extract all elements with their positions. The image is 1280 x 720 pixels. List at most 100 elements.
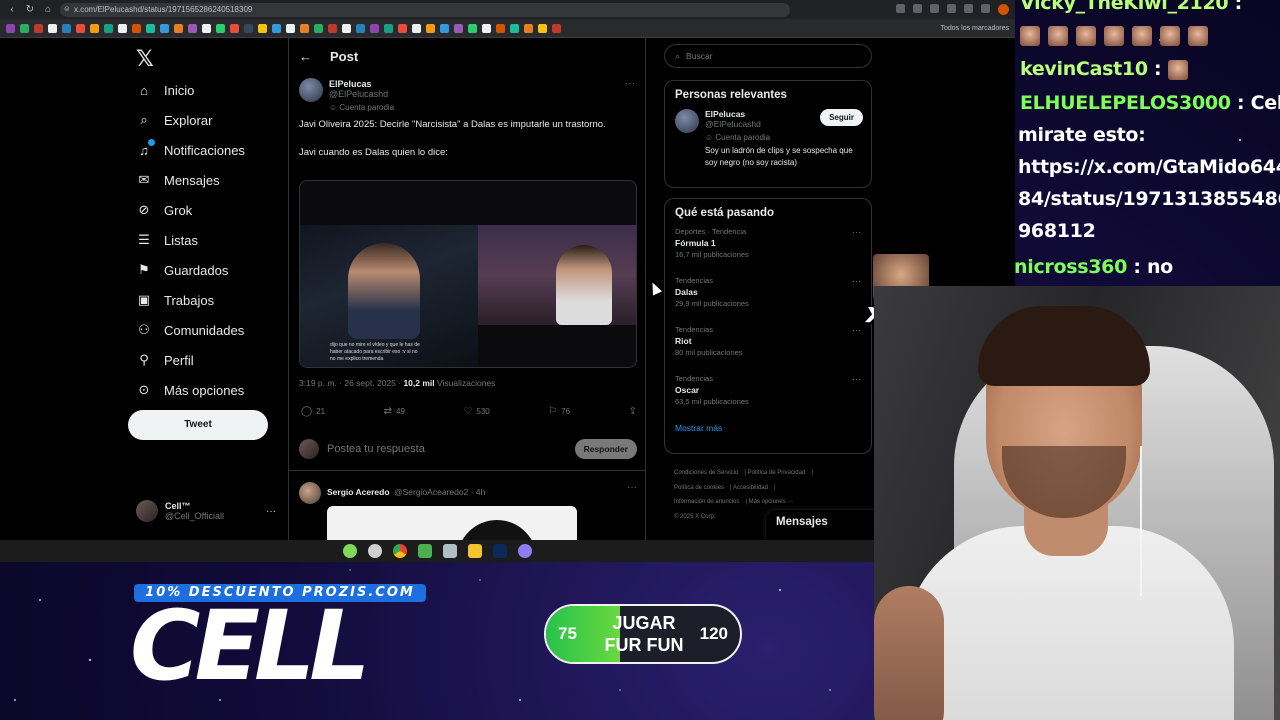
bookmark-icon[interactable] xyxy=(62,23,71,33)
post-video[interactable]: dijo que no mire el vídeo y que le has d… xyxy=(299,180,637,368)
bookmark-icon[interactable] xyxy=(510,23,519,33)
taskbar-app-icon[interactable] xyxy=(342,544,357,558)
trend-item[interactable]: Tendencias Oscar 63,5 mil publicaciones … xyxy=(665,374,871,423)
trend-item[interactable]: Tendencias Riot 80 mil publicaciones ··· xyxy=(665,325,871,374)
bookmark-icon[interactable] xyxy=(20,23,29,33)
footer-link[interactable]: Más opciones ··· xyxy=(749,499,794,505)
bookmark-icon[interactable] xyxy=(454,23,463,33)
more-icon[interactable]: ··· xyxy=(852,276,861,286)
reply-tweet[interactable]: Sergio Aceredo @SergioAcearedo2 · 4h ··· xyxy=(299,482,637,540)
more-icon[interactable]: ··· xyxy=(625,78,635,89)
bookmark-icon[interactable] xyxy=(426,23,435,33)
author-handle[interactable]: @ElPelucashd xyxy=(329,89,394,99)
footer-link[interactable]: Accesibilidad xyxy=(733,485,768,491)
bookmark-icon[interactable] xyxy=(34,23,43,33)
trend-item[interactable]: Tendencias Dalas 29,9 mil publicaciones … xyxy=(665,276,871,325)
download-icon[interactable] xyxy=(964,4,973,13)
bookmark-icon[interactable] xyxy=(496,23,505,33)
bookmark-icon[interactable] xyxy=(300,23,309,33)
taskbar-app-icon[interactable] xyxy=(417,544,432,558)
nav-item-guardados[interactable]: ⚑ Guardados xyxy=(136,259,228,281)
avatar[interactable] xyxy=(675,109,699,133)
more-icon[interactable]: ··· xyxy=(627,482,637,493)
trend-item[interactable]: Deportes · Tendencia Fórmula 1 16,7 mil … xyxy=(665,227,871,276)
bookmark-icon[interactable] xyxy=(6,23,15,33)
reply-submit-button[interactable]: Responder xyxy=(574,439,637,459)
account-switcher[interactable]: Cell™ @Cell_Officiall ··· xyxy=(136,500,276,522)
extension-icon[interactable] xyxy=(947,4,956,13)
chrome-icon[interactable] xyxy=(392,544,407,558)
bookmark-button[interactable]: ⚐ 76 xyxy=(548,406,570,417)
bookmark-icon[interactable] xyxy=(468,23,477,33)
bookmark-icon[interactable] xyxy=(286,23,295,33)
bookmarks-folder[interactable]: Todos los marcadores xyxy=(941,25,1009,32)
bookmark-icon[interactable] xyxy=(356,23,365,33)
author-name[interactable]: ElPelucas xyxy=(329,79,394,89)
bookmark-icon[interactable] xyxy=(216,23,225,33)
more-icon[interactable]: ··· xyxy=(266,506,276,517)
bookmark-icon[interactable] xyxy=(328,23,337,33)
reload-icon[interactable]: ↻ xyxy=(24,4,36,15)
site-info-icon[interactable]: ⊜ xyxy=(64,3,70,17)
bookmark-icon[interactable] xyxy=(412,23,421,33)
cast-icon[interactable] xyxy=(896,4,905,13)
bookmark-icon[interactable] xyxy=(524,23,533,33)
bookmark-icon[interactable] xyxy=(440,23,449,33)
more-icon[interactable]: ··· xyxy=(852,325,861,335)
search-input[interactable] xyxy=(686,51,847,61)
bookmark-icon[interactable] xyxy=(202,23,211,33)
bookmark-icon[interactable] xyxy=(90,23,99,33)
home-icon[interactable]: ⌂ xyxy=(42,4,54,15)
bookmark-icon[interactable] xyxy=(342,23,351,33)
back-arrow-icon[interactable]: ← xyxy=(299,49,312,64)
x-logo[interactable]: 𝕏 xyxy=(136,47,154,72)
reply-input[interactable]: Postea tu respuesta xyxy=(327,443,425,455)
nav-item-explorar[interactable]: ⌕ Explorar xyxy=(136,109,212,131)
footer-link[interactable]: Información de anuncios xyxy=(674,499,739,505)
reply-media[interactable] xyxy=(327,506,577,540)
address-bar[interactable]: ⊜ x.com/ElPelucashd/status/1971565286240… xyxy=(60,2,790,17)
more-icon[interactable]: ··· xyxy=(852,227,861,237)
folder-icon[interactable] xyxy=(467,544,482,558)
footer-link[interactable]: Condiciones de Servicio xyxy=(674,470,738,476)
tweet-button[interactable]: Tweet xyxy=(128,410,268,440)
messages-drawer[interactable]: Mensajes xyxy=(766,510,876,540)
show-more-link[interactable]: Mostrar más xyxy=(665,423,871,433)
bookmark-icon[interactable] xyxy=(48,23,57,33)
like-button[interactable]: ♡ 530 xyxy=(463,406,489,417)
bookmark-icon[interactable] xyxy=(552,23,561,33)
nav-item-perfil[interactable]: ⚲ Perfil xyxy=(136,349,193,371)
bookmark-icon[interactable] xyxy=(104,23,113,33)
bookmark-icon[interactable] xyxy=(398,23,407,33)
footer-link[interactable]: Política de cookies xyxy=(674,485,724,491)
nav-item-comunidades[interactable]: ⚇ Comunidades xyxy=(136,319,244,341)
bookmark-icon[interactable] xyxy=(76,23,85,33)
bookmark-icon[interactable] xyxy=(384,23,393,33)
star-icon[interactable] xyxy=(930,4,939,13)
bookmark-icon[interactable] xyxy=(482,23,491,33)
bookmark-icon[interactable] xyxy=(258,23,267,33)
avatar[interactable] xyxy=(299,78,323,102)
nav-item-grok[interactable]: ⊘ Grok xyxy=(136,199,193,221)
bookmark-icon[interactable] xyxy=(370,23,379,33)
more-icon[interactable]: ··· xyxy=(852,374,861,384)
back-icon[interactable]: ‹ xyxy=(6,4,18,15)
bookmark-icon[interactable] xyxy=(160,23,169,33)
relevant-person[interactable]: ElPelucas @ElPelucashd ☺ Cuenta parodia … xyxy=(665,109,871,169)
follow-button[interactable]: Seguir xyxy=(820,109,863,126)
bookmark-icon[interactable] xyxy=(174,23,183,33)
repost-button[interactable]: ⇄ 49 xyxy=(384,406,405,417)
nav-item-mensajes[interactable]: ✉ Mensajes xyxy=(136,169,220,191)
bookmark-icon[interactable] xyxy=(314,23,323,33)
bookmark-icon[interactable] xyxy=(188,23,197,33)
menu-icon[interactable] xyxy=(981,4,990,13)
profile-avatar-icon[interactable] xyxy=(998,4,1009,15)
reply-button[interactable]: ◯ 21 xyxy=(301,406,325,417)
taskbar-app-icon[interactable] xyxy=(367,544,382,558)
bookmark-icon[interactable] xyxy=(146,23,155,33)
avatar[interactable] xyxy=(299,482,321,504)
footer-link[interactable]: Política de Privacidad xyxy=(748,470,806,476)
bookmark-icon[interactable] xyxy=(272,23,281,33)
nav-item-notificaciones[interactable]: ♫ Notificaciones xyxy=(136,139,245,161)
reply-author-name[interactable]: Sergio Aceredo xyxy=(327,487,390,497)
